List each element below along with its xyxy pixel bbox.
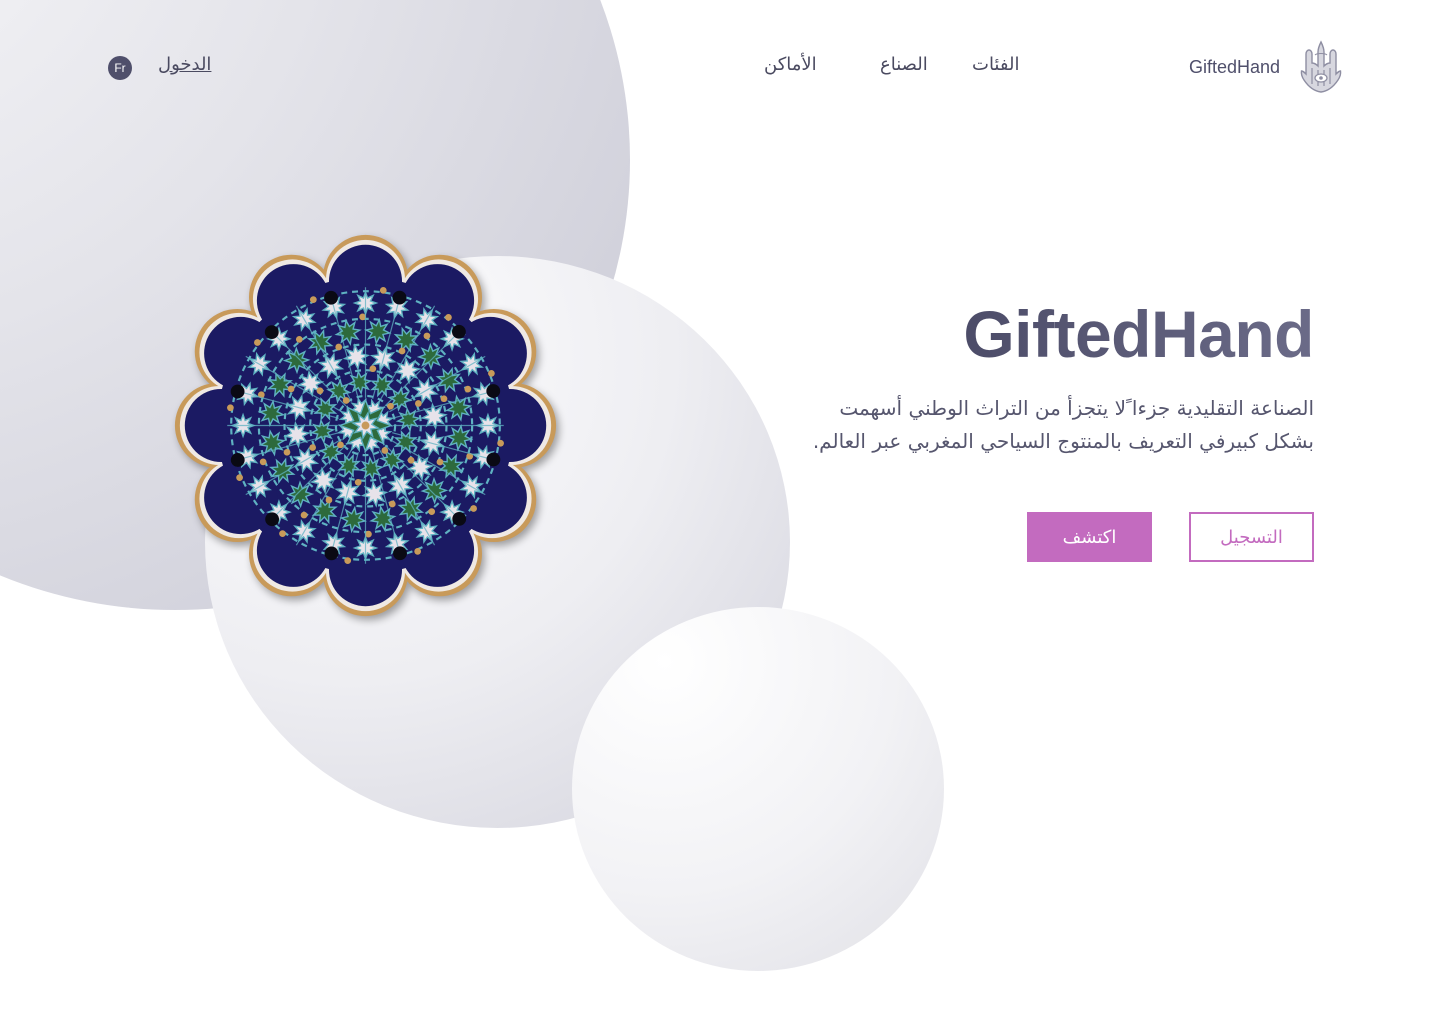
register-button[interactable]: التسجيل: [1189, 512, 1314, 562]
login-link[interactable]: الدخول: [158, 54, 211, 75]
hamsa-hand-icon: [1300, 40, 1342, 93]
nav-item-categories[interactable]: الفئات: [972, 54, 1019, 75]
hero-title: GiftedHand: [963, 297, 1314, 371]
hero-description-line-1: الصناعة التقليدية جزءا ًلا يتجزأ من التر…: [839, 396, 1314, 420]
nav-item-artisans[interactable]: الصناع: [880, 54, 928, 75]
hero-description: الصناعة التقليدية جزءا ًلا يتجزأ من التر…: [774, 392, 1314, 458]
nav-item-places[interactable]: الأماكن: [764, 54, 817, 75]
landing-page: GiftedHand الفئات الصناع الأماكن الدخول …: [0, 0, 1440, 1024]
background-circle-small: [572, 607, 944, 971]
brand-name: GiftedHand: [1188, 56, 1280, 77]
discover-button[interactable]: اكتشف: [1027, 512, 1152, 562]
navigation-bar: GiftedHand الفئات الصناع الأماكن الدخول …: [0, 40, 1440, 96]
language-toggle[interactable]: Fr: [108, 56, 132, 80]
hero-description-line-2: بشكل كبيرفي التعريف بالمنتوج السياحي الم…: [812, 429, 1314, 453]
brand[interactable]: GiftedHand: [1189, 40, 1342, 94]
moroccan-zellige-mosaic: [174, 234, 557, 617]
